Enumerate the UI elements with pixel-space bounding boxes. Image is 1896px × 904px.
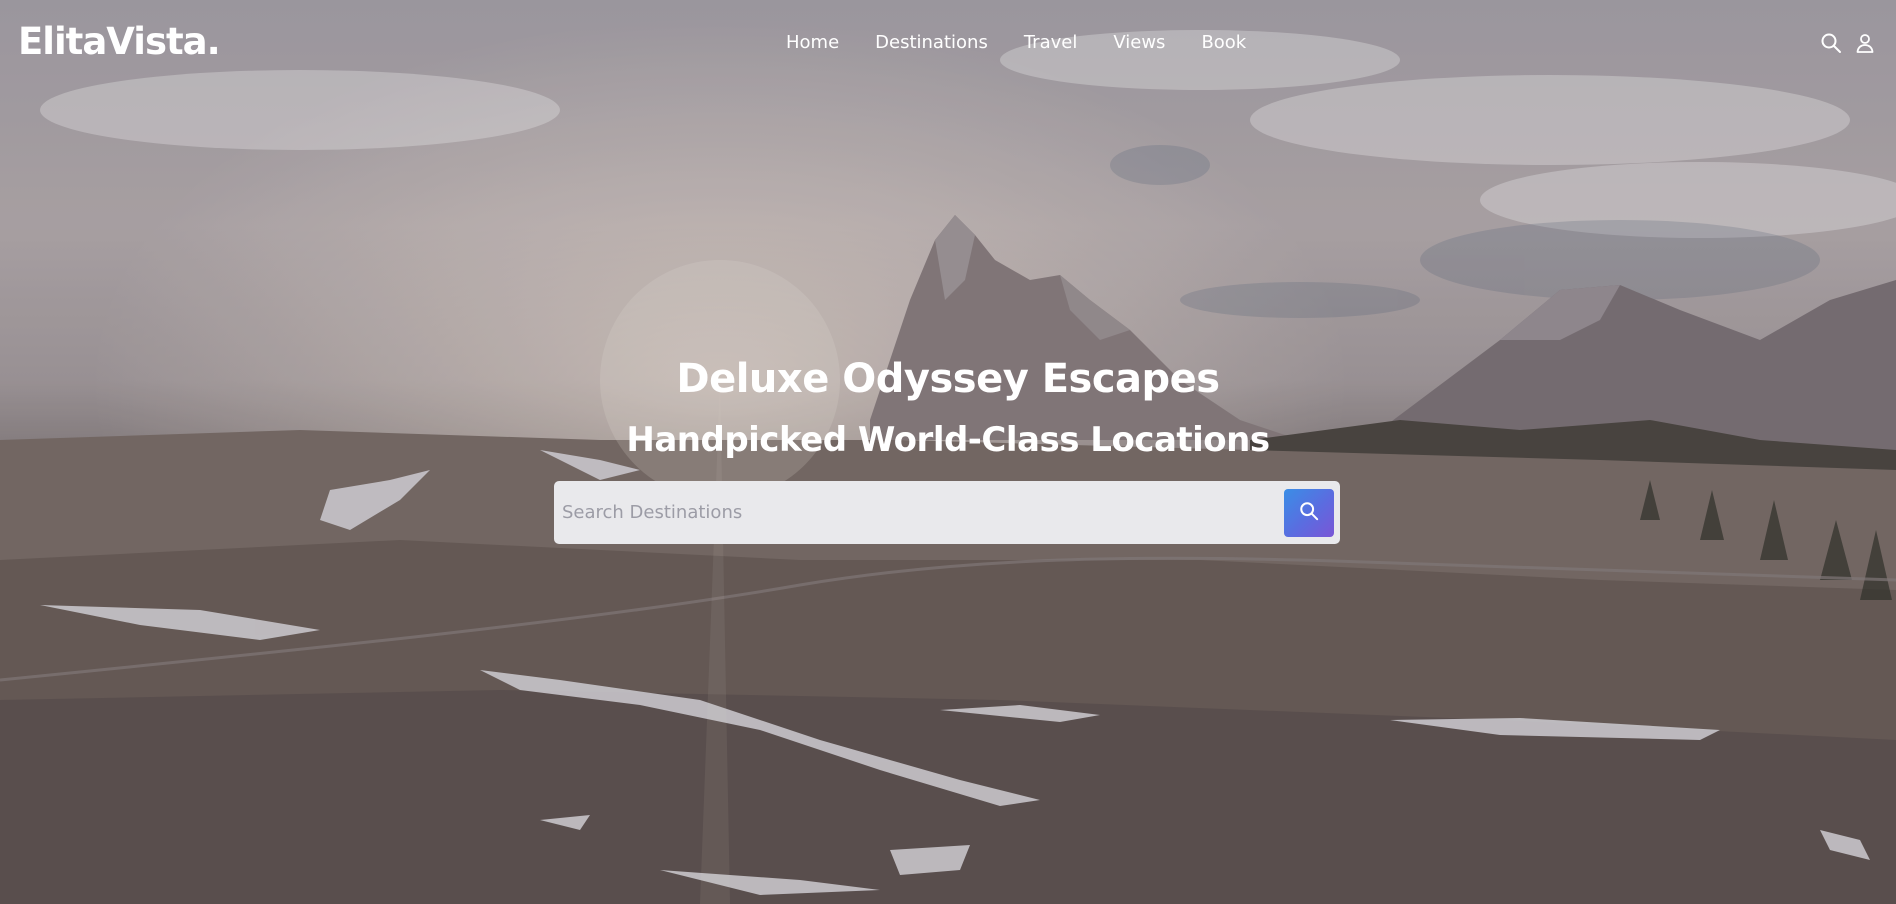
- menu-link-book[interactable]: Book: [1201, 32, 1246, 53]
- menu-item-book: Book: [1201, 32, 1246, 53]
- menu-item-views: Views: [1113, 32, 1165, 53]
- search-icon: [1299, 501, 1319, 524]
- menu-link-views[interactable]: Views: [1113, 32, 1165, 53]
- menu-item-destinations: Destinations: [875, 32, 988, 53]
- top-navigation: ElitaVista. Home Destinations Travel Vie…: [0, 0, 1896, 90]
- destination-search-input[interactable]: [558, 481, 1284, 544]
- hero-title: Deluxe Odyssey Escapes: [676, 356, 1220, 402]
- search-submit-button[interactable]: [1284, 488, 1334, 537]
- main-menu: Home Destinations Travel Views Book: [786, 32, 1246, 53]
- search-icon[interactable]: [1820, 32, 1842, 54]
- user-icon[interactable]: [1854, 32, 1876, 54]
- menu-link-travel[interactable]: Travel: [1024, 32, 1078, 53]
- menu-item-travel: Travel: [1024, 32, 1078, 53]
- menu-item-home: Home: [786, 32, 839, 53]
- nav-icon-group: [1820, 32, 1876, 54]
- hero-section: ElitaVista. Home Destinations Travel Vie…: [0, 0, 1896, 904]
- destination-search-form: [554, 481, 1340, 544]
- menu-link-home[interactable]: Home: [786, 32, 839, 53]
- menu-link-destinations[interactable]: Destinations: [875, 32, 988, 53]
- brand-logo[interactable]: ElitaVista.: [18, 20, 221, 63]
- hero-subtitle: Handpicked World-Class Locations: [626, 420, 1270, 460]
